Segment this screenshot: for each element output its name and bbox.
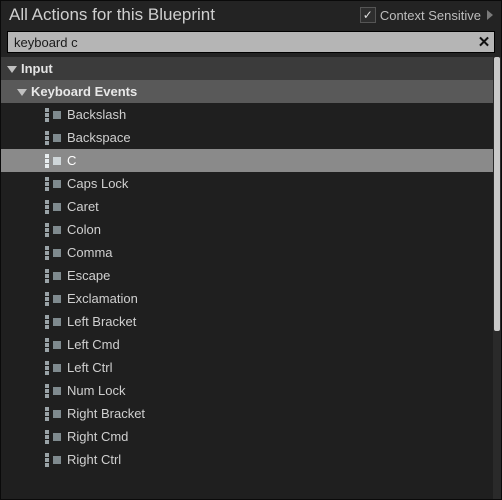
action-item[interactable]: Colon <box>1 218 493 241</box>
event-node-icon <box>45 270 61 282</box>
subcategory-keyboard-events[interactable]: Keyboard Events <box>1 80 493 103</box>
event-node-icon <box>45 408 61 420</box>
action-item[interactable]: Right Cmd <box>1 425 493 448</box>
action-item[interactable]: Escape <box>1 264 493 287</box>
action-item[interactable]: Caret <box>1 195 493 218</box>
event-node-icon <box>45 385 61 397</box>
checkbox-icon: ✓ <box>360 7 376 23</box>
blueprint-action-menu: All Actions for this Blueprint ✓ Context… <box>0 0 502 500</box>
tree-container: Input Keyboard Events Backslash Backspace… <box>1 57 501 499</box>
action-item[interactable]: C <box>1 149 493 172</box>
search-input[interactable]: keyboard c <box>8 33 474 52</box>
header: All Actions for this Blueprint ✓ Context… <box>1 1 501 27</box>
action-item[interactable]: Right Bracket <box>1 402 493 425</box>
action-item-label: Comma <box>67 245 113 260</box>
event-node-icon <box>45 109 61 121</box>
action-item-label: Escape <box>67 268 110 283</box>
action-item[interactable]: Exclamation <box>1 287 493 310</box>
category-label: Input <box>21 61 53 76</box>
scrollbar[interactable] <box>493 57 501 499</box>
action-tree[interactable]: Input Keyboard Events Backslash Backspace… <box>1 57 493 499</box>
event-node-icon <box>45 132 61 144</box>
action-item-label: Colon <box>67 222 101 237</box>
action-item-label: Left Cmd <box>67 337 120 352</box>
clear-search-button[interactable]: ✕ <box>474 33 494 51</box>
action-item-label: Backspace <box>67 130 131 145</box>
scroll-thumb[interactable] <box>494 57 500 331</box>
event-node-icon <box>45 293 61 305</box>
action-item[interactable]: Backspace <box>1 126 493 149</box>
expand-icon <box>17 89 27 96</box>
event-node-icon <box>45 339 61 351</box>
event-node-icon <box>45 362 61 374</box>
action-item[interactable]: Comma <box>1 241 493 264</box>
action-item[interactable]: Left Cmd <box>1 333 493 356</box>
action-item[interactable]: Left Bracket <box>1 310 493 333</box>
action-item-label: Left Bracket <box>67 314 136 329</box>
action-item-label: Backslash <box>67 107 126 122</box>
panel-title: All Actions for this Blueprint <box>9 5 360 25</box>
expand-icon <box>7 66 17 73</box>
action-item-label: Exclamation <box>67 291 138 306</box>
search-bar: keyboard c ✕ <box>7 31 495 53</box>
event-node-icon <box>45 454 61 466</box>
context-sensitive-label: Context Sensitive <box>380 8 481 23</box>
event-node-icon <box>45 247 61 259</box>
action-item-label: C <box>67 153 76 168</box>
event-node-icon <box>45 431 61 443</box>
subcategory-label: Keyboard Events <box>31 84 137 99</box>
event-node-icon <box>45 201 61 213</box>
action-item-label: Right Cmd <box>67 429 128 444</box>
action-item-label: Num Lock <box>67 383 126 398</box>
action-item[interactable]: Backslash <box>1 103 493 126</box>
context-sensitive-toggle[interactable]: ✓ Context Sensitive <box>360 7 493 23</box>
action-item-label: Right Ctrl <box>67 452 121 467</box>
category-input[interactable]: Input <box>1 57 493 80</box>
chevron-right-icon <box>487 10 493 20</box>
action-item[interactable]: Num Lock <box>1 379 493 402</box>
action-item-label: Left Ctrl <box>67 360 113 375</box>
event-node-icon <box>45 178 61 190</box>
action-item[interactable]: Caps Lock <box>1 172 493 195</box>
event-node-icon <box>45 316 61 328</box>
action-item[interactable]: Left Ctrl <box>1 356 493 379</box>
action-item[interactable]: Right Ctrl <box>1 448 493 471</box>
event-node-icon <box>45 155 61 167</box>
event-node-icon <box>45 224 61 236</box>
action-item-label: Right Bracket <box>67 406 145 421</box>
action-item-label: Caret <box>67 199 99 214</box>
action-item-label: Caps Lock <box>67 176 128 191</box>
